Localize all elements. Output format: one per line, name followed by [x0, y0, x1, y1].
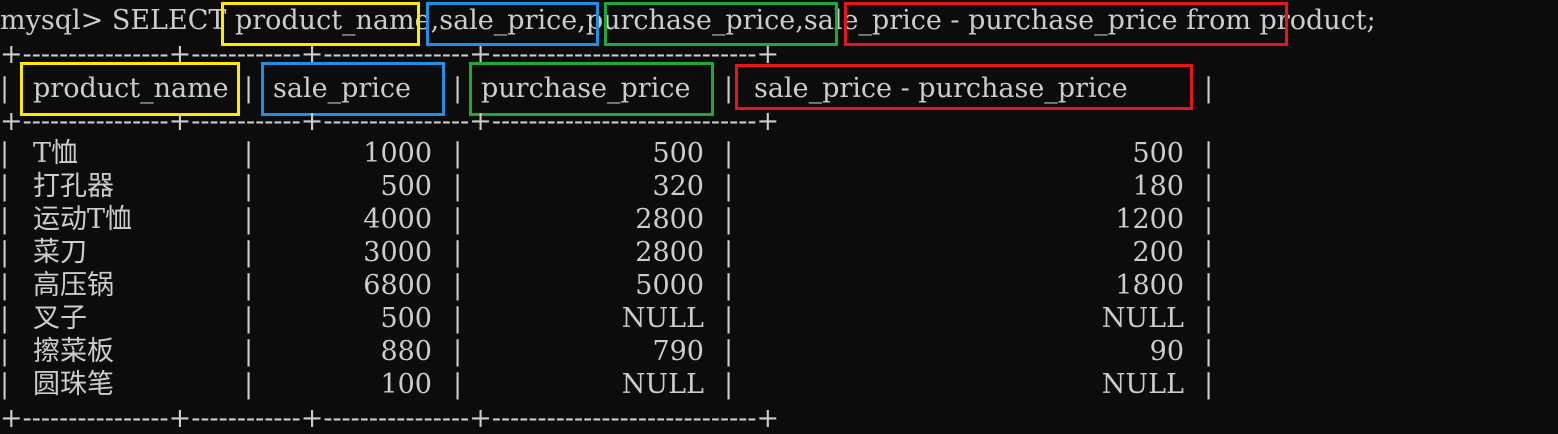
table-border-top: +----------------+------------+---------… — [0, 39, 780, 70]
column-divider: | — [453, 369, 463, 400]
column-divider: | — [453, 237, 463, 268]
column-divider: | — [453, 303, 463, 334]
column-divider: | — [724, 138, 734, 169]
column-divider: | — [0, 270, 10, 301]
column-divider: | — [724, 270, 734, 301]
column-divider: | — [1204, 237, 1214, 268]
column-divider: | — [724, 73, 734, 104]
comma: , — [430, 5, 440, 36]
column-divider: | — [1204, 369, 1214, 400]
cell-sale-price: 6800 — [363, 270, 432, 301]
command-col-purchase-price: purchase_price — [585, 5, 796, 36]
cell-product-name: 擦菜板 — [33, 336, 114, 367]
column-divider: | — [0, 204, 10, 235]
cell-purchase-price: 790 — [652, 336, 704, 367]
header-difference: sale_price - purchase_price — [754, 73, 1128, 104]
column-divider: | — [724, 369, 734, 400]
cell-product-name: 打孔器 — [33, 171, 114, 202]
cell-difference: 1200 — [1115, 204, 1184, 235]
cell-sale-price: 880 — [380, 336, 432, 367]
cell-product-name: 运动T恤 — [33, 204, 133, 235]
select-keyword: SELECT — [111, 5, 235, 36]
column-divider: | — [244, 73, 254, 104]
column-divider: | — [724, 171, 734, 202]
cell-purchase-price: NULL — [621, 303, 704, 334]
cell-product-name: 高压锅 — [33, 270, 114, 301]
table-border-header: +----------------+------------+---------… — [0, 106, 780, 137]
column-divider: | — [0, 303, 10, 334]
cell-purchase-price: 2800 — [635, 204, 704, 235]
cell-product-name: T恤 — [33, 138, 79, 169]
cell-product-name: 圆珠笔 — [33, 369, 114, 400]
command-suffix: from product; — [1177, 5, 1376, 36]
cell-difference: NULL — [1101, 303, 1184, 334]
command-col-difference: sale_price - purchase_price — [803, 5, 1178, 36]
cell-purchase-price: 500 — [652, 138, 704, 169]
cell-product-name: 叉子 — [33, 303, 87, 334]
column-divider: | — [0, 336, 10, 367]
column-divider: | — [1204, 204, 1214, 235]
column-divider: | — [724, 303, 734, 334]
column-divider: | — [0, 73, 10, 104]
comma: , — [795, 5, 804, 36]
command-line: mysql> SELECT product_name,sale_price,pu… — [0, 4, 1376, 37]
prompt-prefix: mysql> — [0, 5, 112, 36]
header-sale-price: sale_price — [273, 73, 411, 104]
column-divider: | — [1204, 73, 1214, 104]
cell-purchase-price: NULL — [621, 369, 704, 400]
column-divider: | — [0, 237, 10, 268]
cell-difference: 90 — [1149, 336, 1184, 367]
cell-product-name: 菜刀 — [33, 237, 87, 268]
column-divider: | — [0, 369, 10, 400]
cell-difference: 1800 — [1115, 270, 1184, 301]
column-divider: | — [724, 336, 734, 367]
cell-difference: 500 — [1132, 138, 1184, 169]
cell-sale-price: 3000 — [363, 237, 432, 268]
cell-difference: 200 — [1132, 237, 1184, 268]
cell-purchase-price: 5000 — [635, 270, 704, 301]
column-divider: | — [724, 204, 734, 235]
header-purchase-price: purchase_price — [481, 73, 691, 104]
column-divider: | — [1204, 171, 1214, 202]
column-divider: | — [1204, 138, 1214, 169]
column-divider: | — [1204, 336, 1214, 367]
column-divider: | — [0, 171, 10, 202]
column-divider: | — [453, 138, 463, 169]
command-col-product-name: product_name — [234, 5, 431, 36]
column-divider: | — [453, 171, 463, 202]
column-divider: | — [453, 336, 463, 367]
cell-sale-price: 1000 — [363, 138, 432, 169]
cell-purchase-price: 320 — [652, 171, 704, 202]
column-divider: | — [453, 73, 463, 104]
cell-sale-price: 100 — [380, 369, 432, 400]
table-border-bottom: +----------------+------------+---------… — [0, 403, 780, 434]
column-divider: | — [1204, 303, 1214, 334]
column-divider: | — [724, 237, 734, 268]
cell-difference: NULL — [1101, 369, 1184, 400]
comma: , — [577, 5, 586, 36]
column-divider: | — [453, 204, 463, 235]
column-divider: | — [0, 138, 10, 169]
cell-purchase-price: 2800 — [635, 237, 704, 268]
cell-sale-price: 4000 — [363, 204, 432, 235]
command-col-sale-price: sale_price — [439, 5, 578, 36]
cell-sale-price: 500 — [380, 171, 432, 202]
header-product-name: product_name — [33, 73, 229, 104]
terminal-window[interactable]: mysql> SELECT product_name,sale_price,pu… — [0, 0, 1558, 434]
column-divider: | — [453, 270, 463, 301]
cell-difference: 180 — [1132, 171, 1184, 202]
cell-sale-price: 500 — [380, 303, 432, 334]
column-divider: | — [1204, 270, 1214, 301]
